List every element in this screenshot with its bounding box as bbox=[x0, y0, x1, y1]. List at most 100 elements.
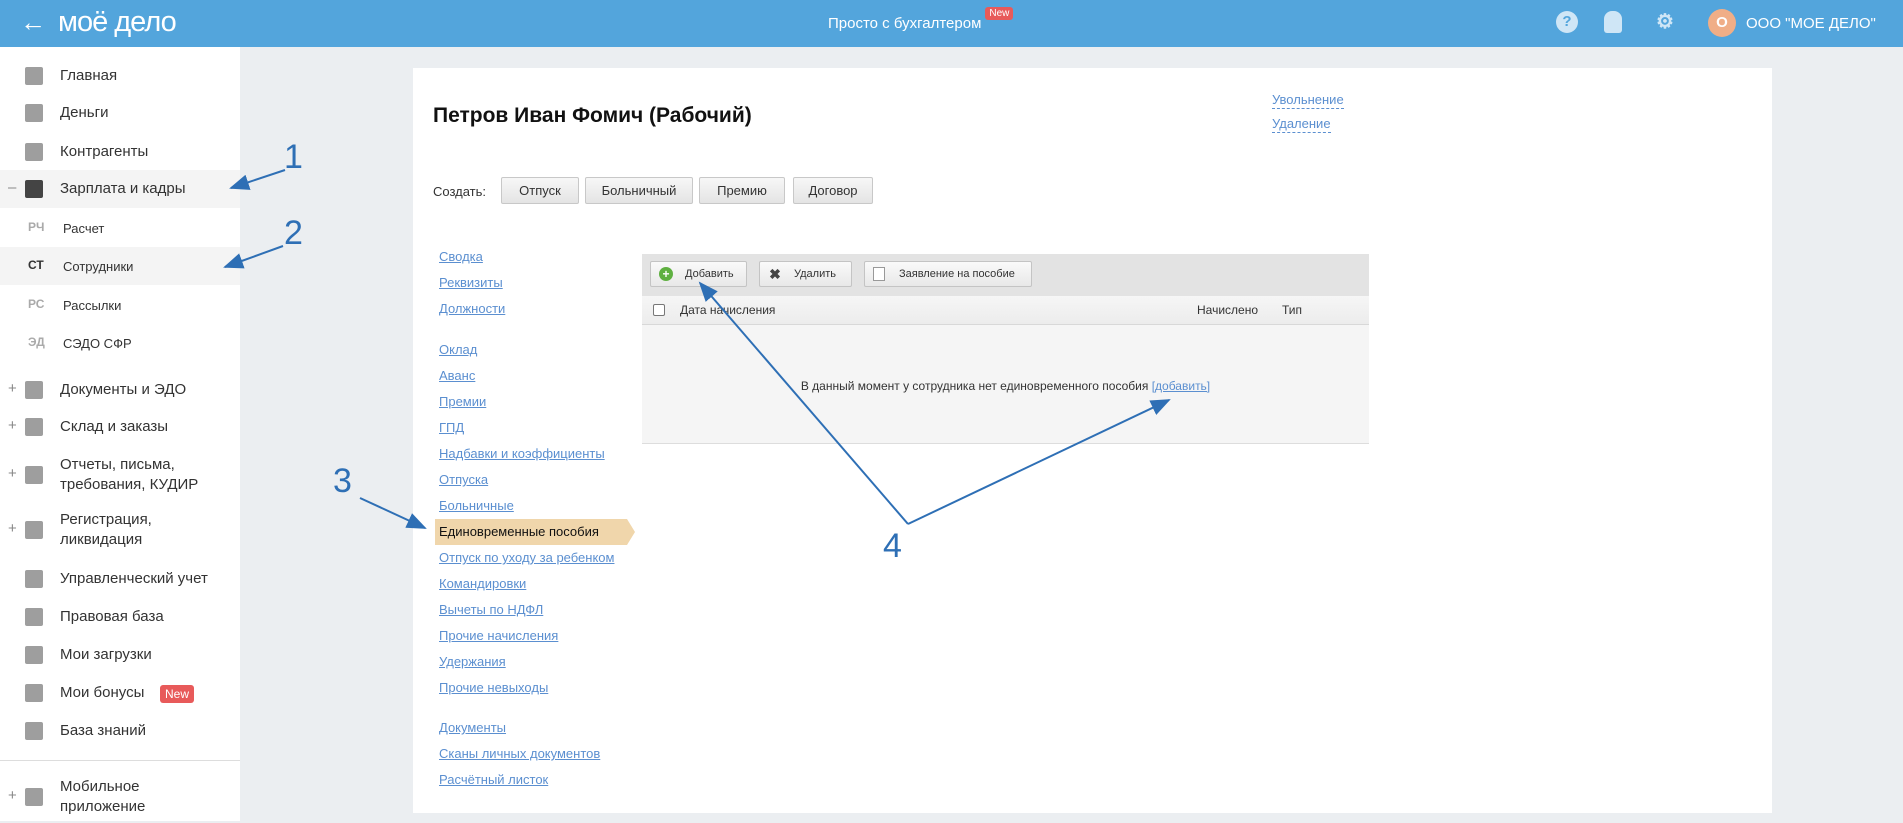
wallet-icon bbox=[25, 180, 43, 198]
annotation-2: 2 bbox=[284, 214, 303, 252]
sidebar-item-label: Главная bbox=[60, 67, 118, 84]
briefcase-icon bbox=[25, 608, 43, 626]
sidebar-item-1[interactable]: Деньги bbox=[0, 94, 240, 132]
nav-link-1-4[interactable]: Надбавки и коэффициенты bbox=[439, 446, 605, 462]
col-accrued[interactable]: Начислено bbox=[1197, 296, 1258, 324]
new-badge: New bbox=[160, 685, 195, 703]
empty-message: В данный момент у сотрудника нет единовр… bbox=[642, 379, 1369, 393]
sidebar-item-label: Мои бонусы bbox=[60, 684, 145, 701]
nav-link-2-1[interactable]: Сканы личных документов bbox=[439, 746, 600, 762]
nav-link-1-5[interactable]: Отпуска bbox=[439, 472, 488, 488]
sidebar-item-label: Документы и ЭДО bbox=[60, 381, 187, 398]
annotation-4: 4 bbox=[883, 527, 902, 565]
header-center-text: Просто с бухгалтером bbox=[828, 15, 982, 32]
subitem-label: СЭДО СФР bbox=[63, 336, 132, 351]
create-label: Создать: bbox=[433, 184, 487, 199]
toggle-icon[interactable]: + bbox=[8, 520, 17, 537]
plus-circle-icon: + bbox=[659, 267, 673, 281]
nav-link-0-1[interactable]: Реквизиты bbox=[439, 275, 503, 291]
nav-link-1-0[interactable]: Оклад bbox=[439, 342, 477, 358]
nav-link-1-3[interactable]: ГПД bbox=[439, 420, 464, 436]
grid-toolbar: + Добавить ✖ Удалить Заявление на пособи… bbox=[642, 254, 1369, 296]
nav-link-1-12[interactable]: Удержания bbox=[439, 654, 506, 670]
add-inline-link[interactable]: [добавить] bbox=[1152, 379, 1210, 393]
sidebar-item-6[interactable]: + Отчеты, письма, требования, КУДИР bbox=[0, 449, 240, 501]
nav-link-1-13[interactable]: Прочие невыходы bbox=[439, 680, 548, 696]
nav-link-1-7[interactable]: Единовременные пособия bbox=[439, 524, 599, 540]
nav-link-0-0[interactable]: Сводка bbox=[439, 249, 483, 265]
toggle-icon[interactable]: + bbox=[8, 465, 17, 482]
sidebar-item-8[interactable]: Управленческий учет bbox=[0, 560, 240, 598]
sidebar-item-9[interactable]: Правовая база bbox=[0, 598, 240, 636]
sidebar-item-label: Зарплата и кадры bbox=[60, 180, 186, 197]
nav-link-1-2[interactable]: Премии bbox=[439, 394, 486, 410]
delete-link[interactable]: Удаление bbox=[1272, 116, 1331, 133]
toggle-icon[interactable]: + bbox=[8, 787, 17, 804]
dismiss-link[interactable]: Увольнение bbox=[1272, 92, 1344, 109]
sidebar-item-label: Правовая база bbox=[60, 608, 164, 625]
employee-card: Петров Иван Фомич (Рабочий) Увольнение У… bbox=[413, 68, 1772, 813]
logo[interactable]: моё дело bbox=[58, 6, 177, 38]
subitem-label: Рассылки bbox=[63, 298, 122, 313]
sidebar-item-label: Склад и заказы bbox=[60, 418, 169, 435]
sidebar-item-11[interactable]: Мои бонусы New bbox=[0, 674, 240, 712]
sidebar: Главная Деньги Контрагенты – Зарплата и кадр… bbox=[0, 47, 240, 821]
create-vacation-button[interactable]: Отпуск bbox=[501, 177, 579, 204]
toggle-icon[interactable]: – bbox=[8, 179, 16, 196]
sidebar-item-4[interactable]: + Документы и ЭДО bbox=[0, 371, 240, 409]
add-button[interactable]: + Добавить bbox=[650, 261, 747, 287]
question-circle-icon[interactable]: ? bbox=[1556, 11, 1578, 33]
report-icon bbox=[25, 466, 43, 484]
nav-link-0-2[interactable]: Должности bbox=[439, 301, 505, 317]
sidebar-subitem-3[interactable]: ЭД СЭДО СФР bbox=[0, 324, 240, 362]
benefits-grid: + Добавить ✖ Удалить Заявление на пособи… bbox=[642, 254, 1369, 444]
subitem-label: Сотрудники bbox=[63, 259, 134, 274]
nav-link-2-0[interactable]: Документы bbox=[439, 720, 506, 736]
sidebar-item-label: Отчеты, письма, требования, КУДИР bbox=[60, 456, 199, 493]
annotation-1: 1 bbox=[284, 138, 303, 176]
bell-icon[interactable] bbox=[1604, 11, 1622, 33]
sidebar-item-3[interactable]: – Зарплата и кадры bbox=[0, 170, 240, 208]
nav-link-2-2[interactable]: Расчётный листок bbox=[439, 772, 548, 788]
sidebar-subitem-1[interactable]: СТ Сотрудники bbox=[0, 247, 240, 285]
nav-link-1-9[interactable]: Командировки bbox=[439, 576, 526, 592]
gear-icon[interactable]: ⚙ bbox=[1654, 11, 1676, 33]
warehouse-icon bbox=[25, 418, 43, 436]
annotation-3: 3 bbox=[333, 462, 352, 500]
sidebar-item-0[interactable]: Главная bbox=[0, 57, 240, 95]
sidebar-item-12[interactable]: База знаний bbox=[0, 712, 240, 750]
create-sick-leave-button[interactable]: Больничный bbox=[585, 177, 693, 204]
delete-button[interactable]: ✖ Удалить bbox=[759, 261, 852, 287]
delete-button-label: Удалить bbox=[794, 268, 836, 280]
home-icon bbox=[25, 67, 43, 85]
create-bonus-button[interactable]: Премию bbox=[699, 177, 785, 204]
sidebar-item-5[interactable]: + Склад и заказы bbox=[0, 408, 240, 446]
ruble-icon bbox=[25, 570, 43, 588]
nav-link-1-1[interactable]: Аванс bbox=[439, 368, 475, 384]
sidebar-item-10[interactable]: Мои загрузки bbox=[0, 636, 240, 674]
col-type[interactable]: Тип bbox=[1282, 296, 1302, 324]
nav-link-1-10[interactable]: Вычеты по НДФЛ bbox=[439, 602, 543, 618]
sidebar-item-2[interactable]: Контрагенты bbox=[0, 133, 240, 171]
sidebar-item-7[interactable]: + Регистрация, ликвидация bbox=[0, 504, 240, 556]
col-date[interactable]: Дата начисления bbox=[680, 296, 775, 324]
header-center-link[interactable]: Просто с бухгалтеромNew bbox=[828, 7, 1014, 32]
money-icon bbox=[25, 104, 43, 122]
nav-link-1-6[interactable]: Больничные bbox=[439, 498, 514, 514]
select-all-checkbox[interactable] bbox=[653, 304, 665, 316]
subitem-abbr: ЭД bbox=[28, 335, 45, 349]
empty-text: В данный момент у сотрудника нет единовр… bbox=[800, 379, 1149, 393]
nav-link-1-8[interactable]: Отпуск по уходу за ребенком bbox=[439, 550, 614, 566]
back-arrow-icon[interactable]: ← bbox=[20, 8, 46, 36]
benefit-application-button[interactable]: Заявление на пособие bbox=[864, 261, 1032, 287]
sidebar-subitem-0[interactable]: РЧ Расчет bbox=[0, 209, 240, 247]
toggle-icon[interactable]: + bbox=[8, 380, 17, 397]
create-contract-button[interactable]: Договор bbox=[793, 177, 873, 204]
avatar[interactable]: О bbox=[1708, 9, 1736, 37]
org-name[interactable]: ООО "МОЕ ДЕЛО" bbox=[1746, 15, 1876, 32]
sidebar-item-label: Регистрация, ликвидация bbox=[60, 511, 152, 548]
toggle-icon[interactable]: + bbox=[8, 417, 17, 434]
nav-link-1-11[interactable]: Прочие начисления bbox=[439, 628, 558, 644]
sidebar-subitem-2[interactable]: РС Рассылки bbox=[0, 286, 240, 324]
sidebar-item-13[interactable]: + Мобильное приложение bbox=[0, 771, 240, 823]
